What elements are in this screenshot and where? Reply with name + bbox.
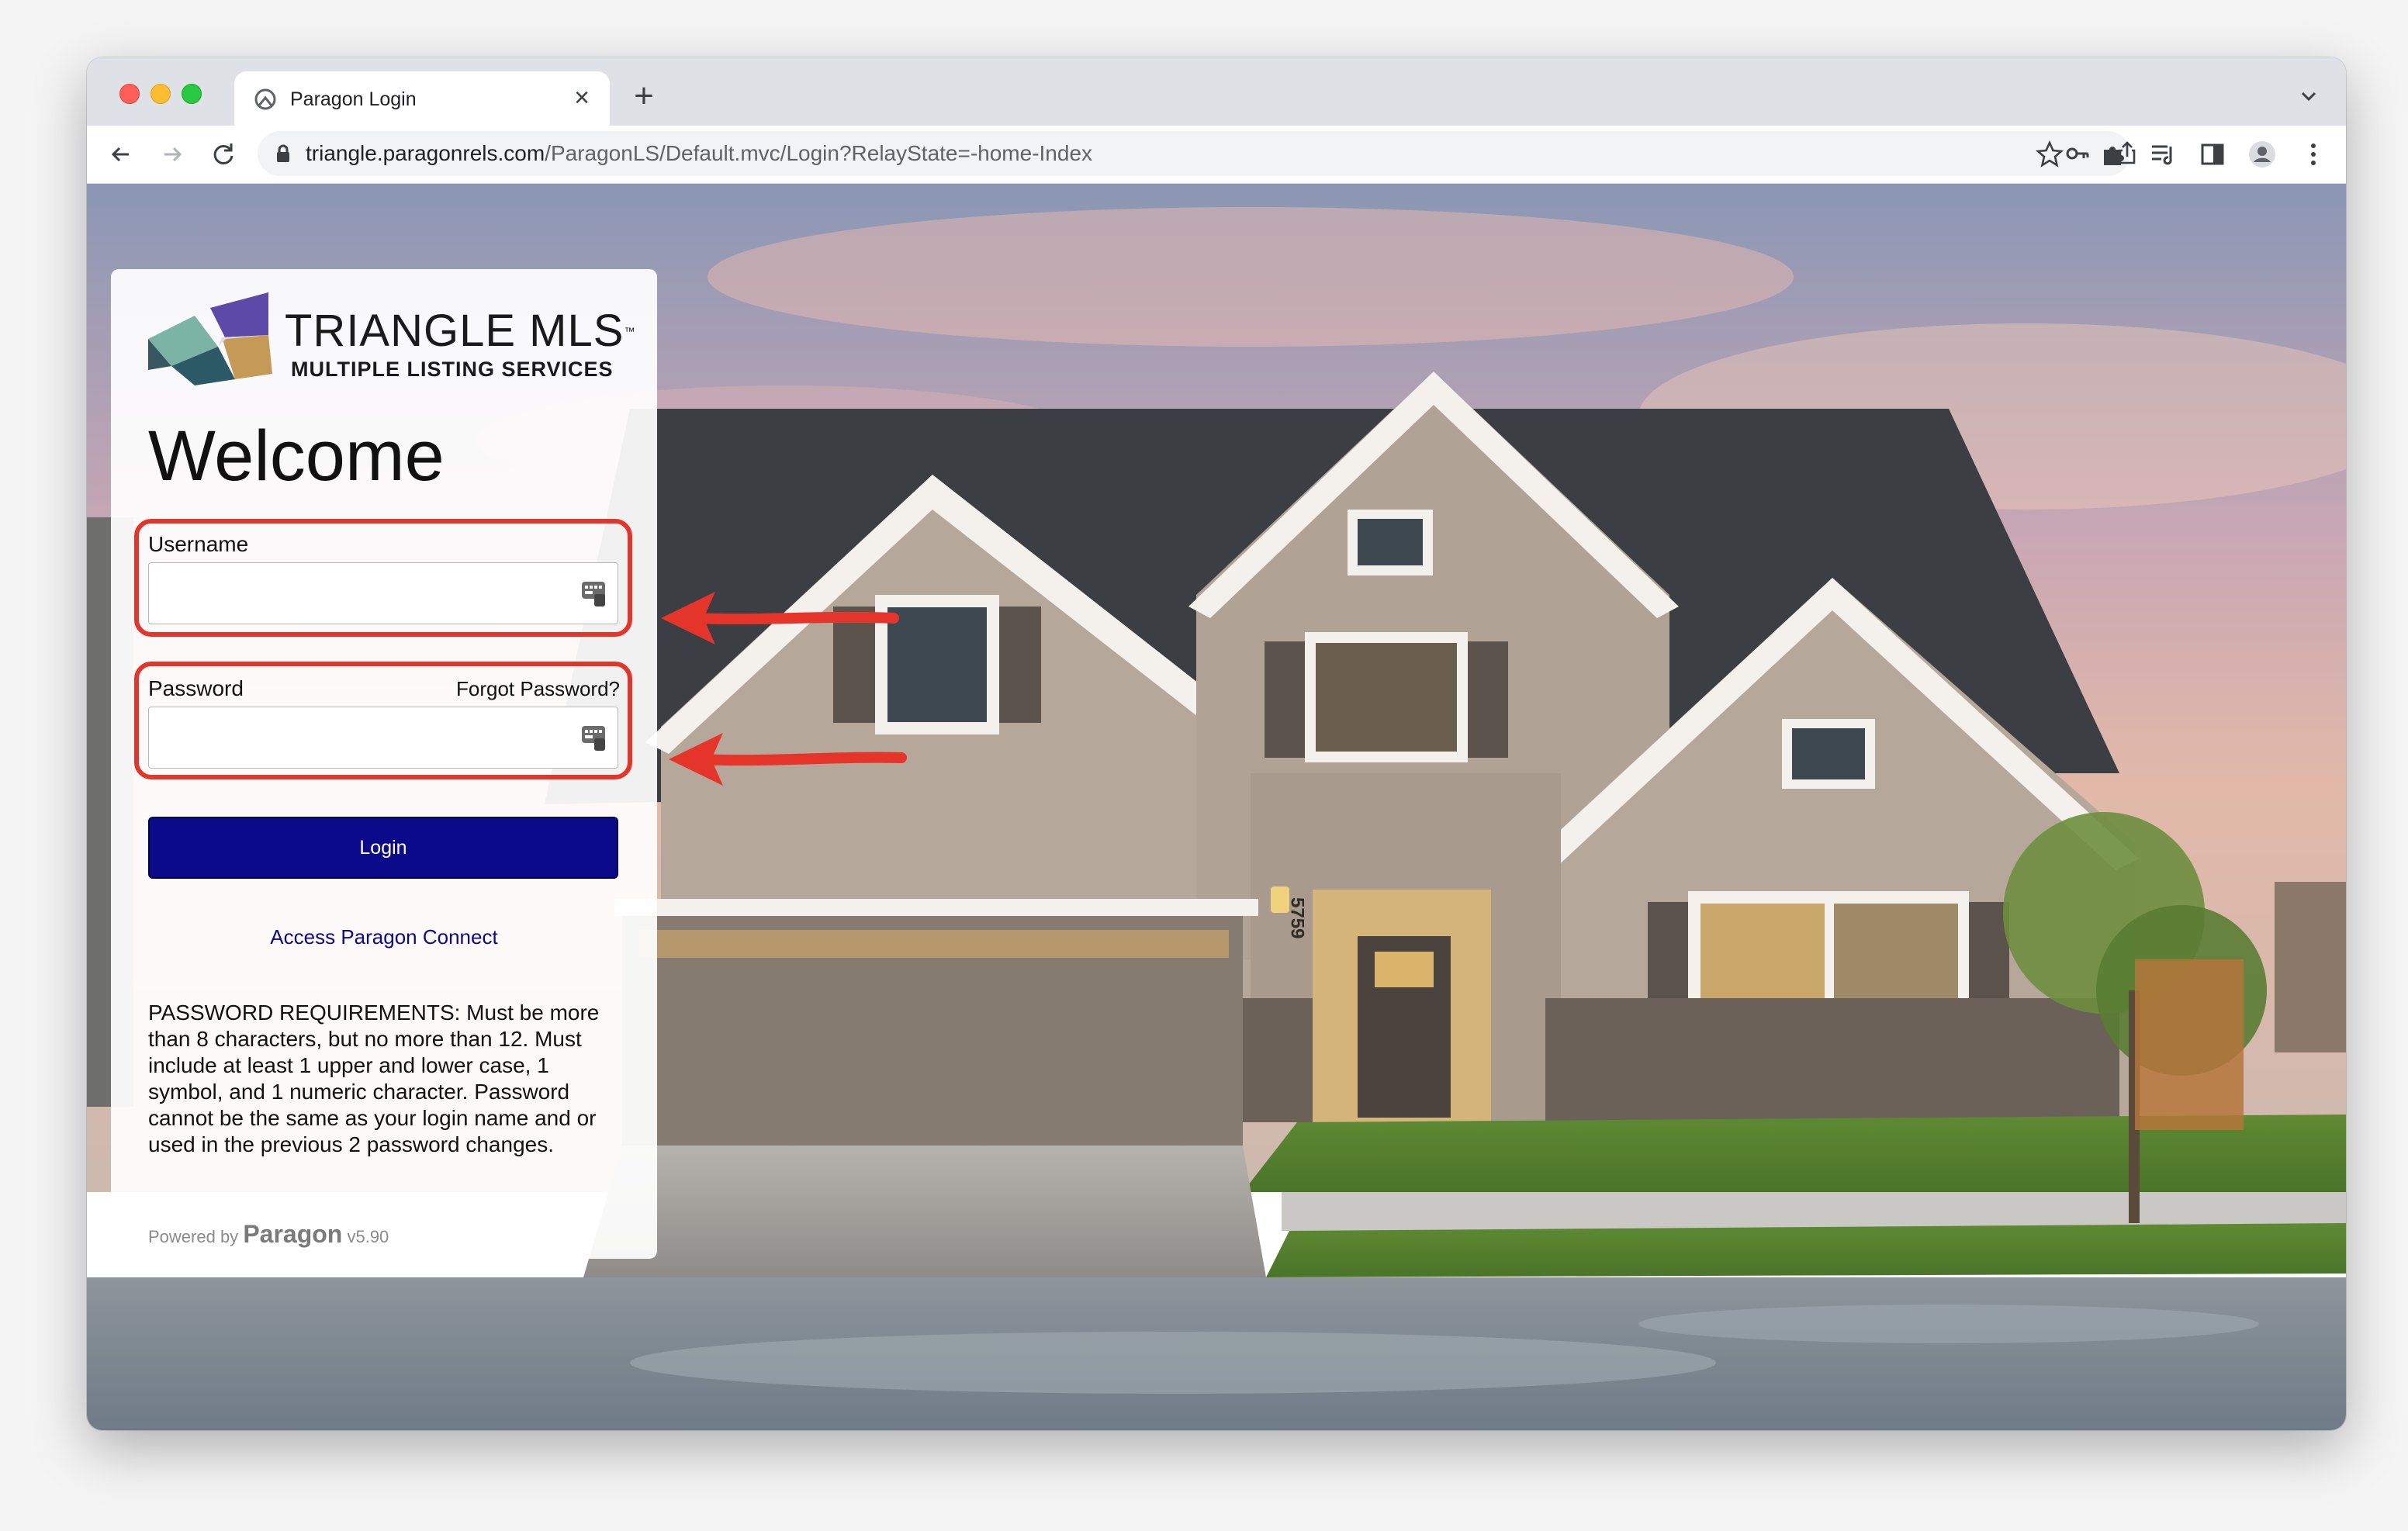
lock-icon[interactable] [272,142,295,165]
password-arrow-annotation-icon [669,733,907,786]
new-tab-button[interactable]: + [625,78,663,115]
profile-avatar-icon[interactable] [2247,139,2278,170]
browser-toolbar: triangle.paragonrels.com/ParagonLS/Defau… [87,126,2346,184]
house-number-text: 5759 [1287,897,1308,938]
paragon-favicon-icon [254,88,276,110]
username-arrow-annotation-icon [661,592,899,645]
welcome-heading: Welcome [148,416,445,496]
extensions-puzzle-icon[interactable] [2098,139,2129,170]
zoom-window-button[interactable] [182,84,202,104]
url-text: triangle.paragonrels.com/ParagonLS/Defau… [306,141,1093,165]
close-window-button[interactable] [119,84,140,104]
triangle-mls-logo: TRIANGLE MLS™ MULTIPLE LISTING SERVICES [148,292,635,393]
address-bar[interactable]: triangle.paragonrels.com/ParagonLS/Defau… [258,131,2136,176]
media-queue-icon[interactable] [2147,139,2178,170]
bookmark-star-icon[interactable] [2034,139,2065,170]
logo-subtitle: MULTIPLE LISTING SERVICES [291,358,614,381]
powered-by-footer: Powered by Paragon v5.90 [148,1220,389,1248]
reload-icon[interactable] [208,139,239,170]
password-label: Password [148,676,244,700]
logo-title: TRIANGLE MLS™ [285,306,636,356]
forward-arrow-icon[interactable] [157,139,188,170]
access-paragon-connect-link[interactable]: Access Paragon Connect [111,925,657,949]
password-key-icon[interactable] [2062,138,2093,169]
tab-search-chevron-icon[interactable] [2293,81,2324,112]
username-label: Username [148,532,249,556]
password-manager-icon[interactable] [580,724,607,752]
page-content: 5759 TRIANGLE MLS™ MULTIPLE LISTING SERV… [87,184,2346,1430]
browser-window: Paragon Login × + triangle.paragonrels.c… [87,57,2346,1430]
login-button[interactable]: Login [148,817,618,879]
back-arrow-icon[interactable] [106,139,137,170]
minimize-window-button[interactable] [150,84,171,104]
more-menu-icon[interactable] [2298,139,2329,170]
forgot-password-link[interactable]: Forgot Password? [456,676,620,702]
tab-paragon-login[interactable]: Paragon Login × [234,71,610,126]
password-input[interactable] [148,707,618,769]
tab-close-icon[interactable]: × [568,84,596,112]
tab-strip: Paragon Login × + [87,57,2346,126]
username-input[interactable] [148,562,618,624]
password-manager-icon[interactable] [580,580,607,608]
password-requirements-text: PASSWORD REQUIREMENTS: Must be more than… [148,1001,600,1156]
side-panel-icon[interactable] [2197,139,2228,170]
login-card: TRIANGLE MLS™ MULTIPLE LISTING SERVICES … [111,269,657,1259]
triangle-mls-logo-mark-icon [148,292,272,385]
tab-title: Paragon Login [290,88,417,110]
